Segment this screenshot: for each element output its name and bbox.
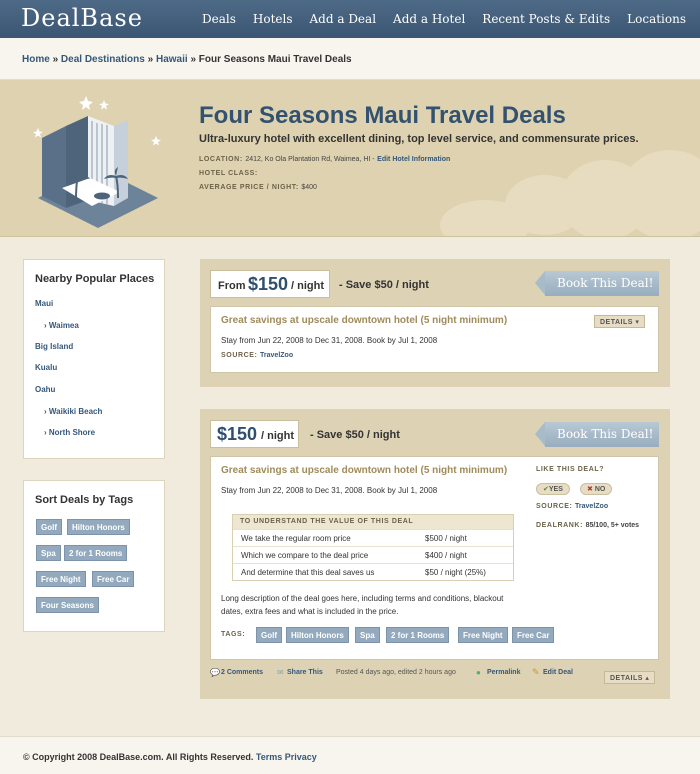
share-icon: ✉	[277, 668, 284, 677]
share-link[interactable]: Share This	[287, 669, 323, 676]
comment-icon: 💬	[210, 668, 220, 677]
deal-card-2: $150 / night - Save $50 / night Book Thi…	[200, 409, 670, 699]
footer-text: © Copyright 2008 DealBase.com. All Right…	[23, 752, 317, 762]
tag-spa[interactable]: Spa	[36, 545, 61, 561]
deal-tag-golf[interactable]: Golf	[256, 627, 282, 643]
terms-link[interactable]: Terms	[256, 752, 282, 762]
tag-golf[interactable]: Golf	[36, 519, 62, 535]
tag-2for1[interactable]: 2 for 1 Rooms	[64, 545, 128, 561]
book-deal-2-button[interactable]: Book This Deal!	[535, 422, 659, 447]
deal-tag-hilton-honors[interactable]: Hilton Honors	[286, 627, 349, 643]
deal-1-title[interactable]: Great savings at upscale downtown hotel …	[221, 315, 507, 326]
hotel-class: HOTEL CLASS:	[199, 170, 258, 177]
top-bar: DealBase Deals Hotels Add a Deal Add a H…	[0, 0, 700, 38]
deal-2-body: Great savings at upscale downtown hotel …	[210, 456, 659, 660]
x-icon: ✖	[587, 486, 593, 493]
logo[interactable]: DealBase	[21, 4, 143, 32]
deal-tag-spa[interactable]: Spa	[355, 627, 380, 643]
deal-2-savings: - Save $50 / night	[310, 429, 400, 441]
hotel-building-icon	[33, 96, 161, 228]
vote-yes-button[interactable]: ✔YES	[536, 483, 570, 495]
deal-2-price: $150	[217, 424, 258, 444]
comments-link[interactable]: 2 Comments	[221, 669, 263, 676]
deal-2-source-link[interactable]: TravelZoo	[575, 503, 608, 510]
main-nav: Deals Hotels Add a Deal Add a Hotel Rece…	[185, 12, 686, 26]
deal-2-details-button[interactable]: DETAILS ▴	[604, 671, 656, 684]
sort-tags-title: Sort Deals by Tags	[35, 494, 134, 506]
privacy-link[interactable]: Privacy	[285, 752, 317, 762]
posted-info: Posted 4 days ago, edited 2 hours ago	[336, 669, 456, 676]
like-deal-label: LIKE THIS DEAL?	[536, 466, 605, 473]
edit-hotel-link[interactable]: Edit Hotel Information	[377, 156, 450, 163]
breadcrumb-bar: Home » Deal Destinations » Hawaii » Four…	[0, 38, 700, 80]
deal-1-savings: - Save $50 / night	[339, 279, 429, 291]
tag-four-seasons[interactable]: Four Seasons	[36, 597, 99, 613]
table-row: We take the regular room price $500 / ni…	[233, 529, 513, 546]
hotel-subtitle: Ultra-luxury hotel with excellent dining…	[199, 133, 639, 145]
deal-1-price: $150	[248, 274, 289, 294]
deal-2-tags-label: TAGS:	[221, 631, 246, 638]
tag-free-car[interactable]: Free Car	[92, 571, 135, 587]
vote-no-button[interactable]: ✖ NO	[580, 483, 613, 495]
place-kualu[interactable]: Kualu	[35, 363, 57, 372]
deal-tag-free-car[interactable]: Free Car	[512, 627, 555, 643]
deal-1-dates: Stay from Jun 22, 2008 to Dec 31, 2008. …	[221, 336, 438, 345]
breadcrumb-current: Four Seasons Maui Travel Deals	[198, 54, 352, 65]
nearby-places-box: Nearby Popular Places Maui › Waimea Big …	[23, 259, 165, 459]
nearby-places-title: Nearby Popular Places	[35, 273, 155, 285]
tag-hilton-honors[interactable]: Hilton Honors	[67, 519, 130, 535]
globe-icon: ●	[476, 668, 481, 677]
breadcrumb-destinations[interactable]: Deal Destinations	[61, 54, 145, 65]
deal-2-rank: DEALRANK: 85/100, 5+ votes	[536, 522, 640, 529]
deal-tag-free-night[interactable]: Free Night	[458, 627, 508, 643]
deal-1-price-box: From $150 / night	[210, 270, 330, 298]
nav-add-deal[interactable]: Add a Deal	[310, 12, 377, 26]
nav-add-hotel[interactable]: Add a Hotel	[393, 12, 465, 26]
page-title: Four Seasons Maui Travel Deals	[199, 102, 566, 129]
deal-tag-2for1[interactable]: 2 for 1 Rooms	[386, 627, 450, 643]
table-row: Which we compare to the deal price $400 …	[233, 546, 513, 563]
nav-recent-posts[interactable]: Recent Posts & Edits	[482, 12, 610, 26]
deal-2-dates: Stay from Jun 22, 2008 to Dec 31, 2008. …	[221, 486, 438, 495]
breadcrumb-home[interactable]: Home	[22, 54, 50, 65]
value-table-header: TO UNDERSTAND THE VALUE OF THIS DEAL	[233, 515, 513, 529]
table-row: And determine that this deal saves us $5…	[233, 563, 513, 580]
place-north-shore[interactable]: › North Shore	[44, 428, 95, 437]
pencil-icon: ✎	[532, 667, 540, 677]
deal-2-source: SOURCE: TravelZoo	[536, 503, 609, 510]
nav-locations[interactable]: Locations	[627, 12, 686, 26]
book-deal-1-button[interactable]: Book This Deal!	[535, 271, 659, 296]
sort-tags-box: Sort Deals by Tags Golf Hilton Honors Sp…	[23, 480, 165, 632]
deal-card-1: From $150 / night - Save $50 / night Boo…	[200, 259, 670, 387]
deal-1-details-button[interactable]: DETAILS ▾	[594, 315, 646, 328]
deal-2-price-box: $150 / night	[210, 420, 299, 448]
place-big-island[interactable]: Big Island	[35, 342, 73, 351]
nav-deals[interactable]: Deals	[202, 12, 236, 26]
deal-1-body: Great savings at upscale downtown hotel …	[210, 306, 659, 373]
nav-hotels[interactable]: Hotels	[253, 12, 293, 26]
place-waimea[interactable]: › Waimea	[44, 321, 79, 330]
hotel-avg-price: AVERAGE PRICE / NIGHT: $400	[199, 184, 317, 191]
breadcrumb: Home » Deal Destinations » Hawaii » Four…	[22, 54, 352, 65]
hotel-location: LOCATION: 2412, Ko Ola Plantation Rd, Wa…	[199, 156, 451, 163]
breadcrumb-hawaii[interactable]: Hawaii	[156, 54, 188, 65]
footer: © Copyright 2008 DealBase.com. All Right…	[0, 736, 700, 774]
deal-1-source-link[interactable]: TravelZoo	[260, 352, 293, 359]
permalink-link[interactable]: Permalink	[487, 669, 520, 676]
deal-2-description: Long description of the deal goes here, …	[221, 594, 504, 616]
place-oahu[interactable]: Oahu	[35, 385, 55, 394]
deal-2-title[interactable]: Great savings at upscale downtown hotel …	[221, 465, 507, 476]
edit-deal-link[interactable]: Edit Deal	[543, 669, 573, 676]
copyright: © Copyright 2008 DealBase.com. All Right…	[23, 752, 254, 762]
tag-free-night[interactable]: Free Night	[36, 571, 86, 587]
hotel-hero: Four Seasons Maui Travel Deals Ultra-lux…	[0, 80, 700, 237]
value-table: TO UNDERSTAND THE VALUE OF THIS DEAL We …	[232, 514, 514, 581]
place-waikiki[interactable]: › Waikiki Beach	[44, 407, 102, 416]
deal-1-source: SOURCE: TravelZoo	[221, 352, 294, 359]
place-maui[interactable]: Maui	[35, 299, 53, 308]
